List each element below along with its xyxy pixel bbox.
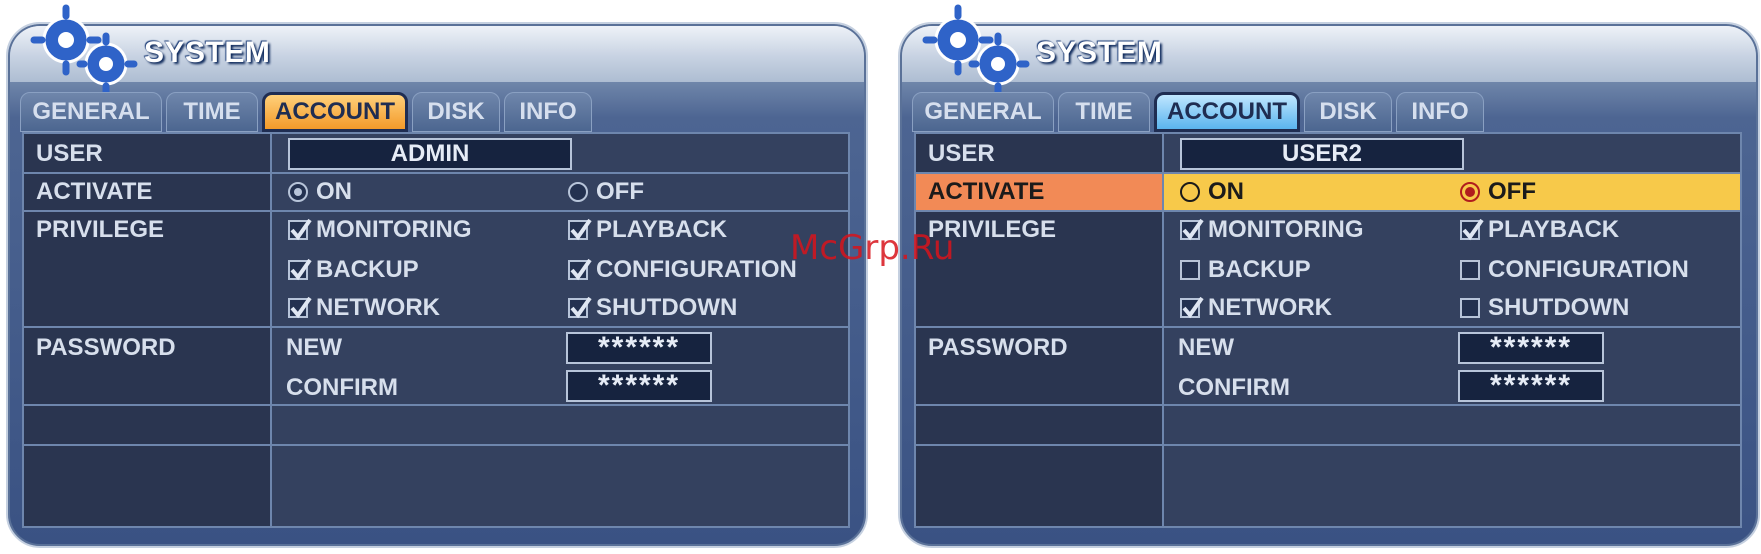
playback-checkbox[interactable] xyxy=(1460,218,1484,241)
user-select[interactable]: ADMIN xyxy=(288,138,572,170)
password-label: PASSWORD xyxy=(36,334,176,361)
new-password-field[interactable]: ****** xyxy=(566,331,712,364)
user-select[interactable]: USER2 xyxy=(1180,138,1464,170)
configuration-checkbox[interactable] xyxy=(568,258,592,281)
gear-icon xyxy=(922,4,1030,94)
watermark: McGrp.Ru xyxy=(790,228,955,268)
tab-time[interactable]: TIME xyxy=(1058,92,1150,132)
activate-on-radio[interactable] xyxy=(1180,182,1200,202)
tab-account[interactable]: ACCOUNT xyxy=(1154,92,1300,132)
tab-general[interactable]: GENERAL xyxy=(912,92,1054,132)
monitoring-checkbox[interactable] xyxy=(288,218,312,241)
tab-account[interactable]: ACCOUNT xyxy=(262,92,408,132)
playback-checkbox[interactable] xyxy=(568,218,592,241)
row-divider xyxy=(24,326,848,328)
monitoring-label: MONITORING xyxy=(316,216,472,243)
monitoring-checkbox[interactable] xyxy=(1180,218,1204,241)
confirm-password-field[interactable]: ****** xyxy=(1458,369,1604,402)
shutdown-checkbox[interactable] xyxy=(1460,298,1480,318)
activate-off-label: OFF xyxy=(596,178,644,205)
activate-row-highlight xyxy=(1164,174,1740,210)
network-checkbox[interactable] xyxy=(288,296,312,319)
tab-info[interactable]: INFO xyxy=(504,92,592,132)
activate-off-radio[interactable] xyxy=(568,182,588,202)
system-panel-right: SYSTEM GENERAL TIME ACCOUNT DISK INFO US… xyxy=(898,4,1760,548)
tab-info[interactable]: INFO xyxy=(1396,92,1484,132)
activate-label: ACTIVATE xyxy=(928,178,1045,205)
network-checkbox[interactable] xyxy=(1180,296,1204,319)
network-label: NETWORK xyxy=(1208,294,1332,321)
user-label: USER xyxy=(36,140,103,167)
panel-title: SYSTEM xyxy=(144,36,271,69)
shutdown-label: SHUTDOWN xyxy=(1488,294,1630,321)
account-grid: USER ADMIN ACTIVATE ON OFF PRIVILEGE MON… xyxy=(22,132,850,528)
row-divider xyxy=(916,404,1740,406)
activate-off-label: OFF xyxy=(1488,178,1536,205)
row-divider xyxy=(24,172,848,174)
activate-off-radio[interactable] xyxy=(1460,182,1480,202)
tab-time[interactable]: TIME xyxy=(166,92,258,132)
activate-on-label: ON xyxy=(316,178,352,205)
new-password-label: NEW xyxy=(1178,334,1234,361)
panel-title: SYSTEM xyxy=(1036,36,1163,69)
activate-on-label: ON xyxy=(1208,178,1244,205)
privilege-label: PRIVILEGE xyxy=(36,216,165,243)
row-divider xyxy=(24,210,848,212)
row-divider xyxy=(916,444,1740,446)
backup-checkbox[interactable] xyxy=(288,258,312,281)
backup-label: BACKUP xyxy=(1208,256,1311,283)
configuration-label: CONFIGURATION xyxy=(596,256,797,283)
configuration-label: CONFIGURATION xyxy=(1488,256,1689,283)
user-label: USER xyxy=(928,140,995,167)
monitoring-label: MONITORING xyxy=(1208,216,1364,243)
new-password-label: NEW xyxy=(286,334,342,361)
tab-disk[interactable]: DISK xyxy=(1304,92,1392,132)
row-divider xyxy=(916,210,1740,212)
configuration-checkbox[interactable] xyxy=(1460,260,1480,280)
confirm-password-label: CONFIRM xyxy=(286,374,398,401)
confirm-password-label: CONFIRM xyxy=(1178,374,1290,401)
row-divider xyxy=(916,326,1740,328)
tab-general[interactable]: GENERAL xyxy=(20,92,162,132)
row-divider xyxy=(24,404,848,406)
activate-label: ACTIVATE xyxy=(36,178,153,205)
new-password-field[interactable]: ****** xyxy=(1458,331,1604,364)
backup-label: BACKUP xyxy=(316,256,419,283)
playback-label: PLAYBACK xyxy=(1488,216,1620,243)
gear-icon xyxy=(30,4,138,94)
tab-disk[interactable]: DISK xyxy=(412,92,500,132)
row-divider xyxy=(24,444,848,446)
network-label: NETWORK xyxy=(316,294,440,321)
shutdown-label: SHUTDOWN xyxy=(596,294,738,321)
confirm-password-field[interactable]: ****** xyxy=(566,369,712,402)
password-label: PASSWORD xyxy=(928,334,1068,361)
system-panel-left: SYSTEM GENERAL TIME ACCOUNT DISK INFO US… xyxy=(6,4,868,548)
shutdown-checkbox[interactable] xyxy=(568,296,592,319)
playback-label: PLAYBACK xyxy=(596,216,728,243)
value-column xyxy=(270,134,848,526)
activate-on-radio[interactable] xyxy=(288,182,308,202)
account-grid: USER USER2 ACTIVATE ON OFF PRIVILEGE MON… xyxy=(914,132,1742,528)
backup-checkbox[interactable] xyxy=(1180,260,1200,280)
